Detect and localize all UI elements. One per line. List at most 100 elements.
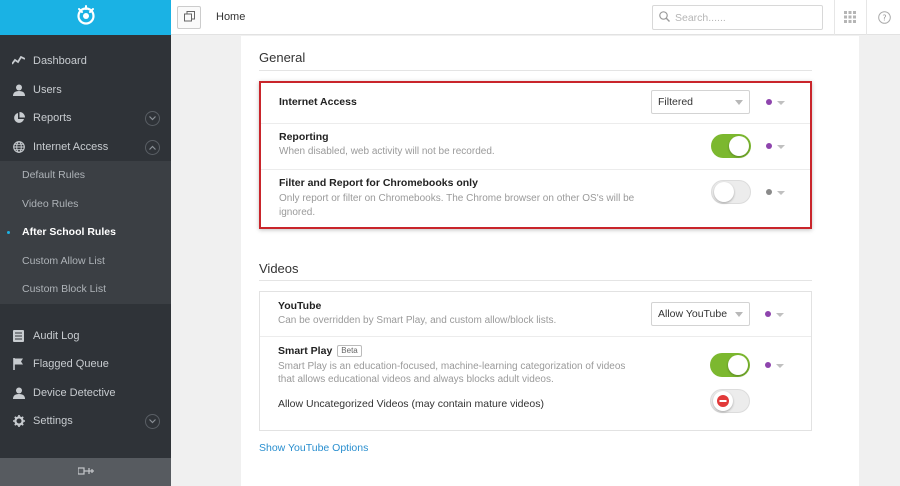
youtube-select-value: Allow YouTube	[658, 308, 728, 320]
apps-grid-icon[interactable]	[843, 10, 857, 24]
top-bar: Home ?	[171, 0, 900, 35]
sidebar-item-label: Dashboard	[33, 55, 87, 68]
sidebar-subitem-label: Custom Allow List	[22, 254, 105, 267]
chromebooks-toggle[interactable]	[711, 180, 751, 204]
sidebar-nav: Dashboard Users Reports Internet Access	[0, 35, 171, 436]
sidebar-subitem-label: Custom Block List	[22, 283, 107, 296]
youtube-select[interactable]: Allow YouTube	[651, 302, 750, 326]
row-options-dropdown-icon[interactable]	[776, 313, 784, 317]
sidebar-subitem-video-rules[interactable]: Video Rules	[0, 190, 171, 219]
sidebar-toggle-button[interactable]	[177, 6, 201, 29]
sidebar-item-label: Flagged Queue	[33, 358, 109, 371]
uncategorized-videos-label: Allow Uncategorized Videos (may contain …	[278, 398, 544, 410]
smart-play-description-line2: that allows educational videos and alway…	[278, 374, 554, 385]
chromebooks-label: Filter and Report for Chromebooks only	[279, 177, 478, 189]
list-icon	[12, 329, 25, 342]
sidebar-subitem-label: Default Rules	[22, 169, 86, 182]
video-settings-card: YouTube Can be overridden by Smart Play,…	[259, 291, 812, 431]
svg-text:?: ?	[882, 13, 886, 22]
smart-play-toggle[interactable]	[710, 353, 750, 377]
reporting-label: Reporting	[279, 131, 329, 143]
uncategorized-videos-toggle[interactable]	[710, 389, 750, 413]
gear-icon	[12, 415, 25, 428]
sidebar-item-audit-log[interactable]: Audit Log	[0, 322, 171, 351]
beta-badge: Beta	[337, 345, 362, 357]
row-options-dropdown-icon[interactable]	[777, 145, 785, 149]
divider	[866, 0, 867, 35]
smart-play-title: Smart Play	[278, 345, 333, 357]
sidebar-item-flagged-queue[interactable]: Flagged Queue	[0, 350, 171, 379]
search-icon	[659, 10, 670, 25]
search-box[interactable]	[652, 5, 823, 30]
row-options-dropdown-icon[interactable]	[777, 191, 785, 195]
chevron-down-icon	[735, 100, 743, 105]
flag-icon	[12, 358, 25, 371]
toggle-knob	[728, 355, 748, 375]
internet-access-subnav: Default Rules Video Rules After School R…	[0, 161, 171, 304]
sidebar-subitem-default-rules[interactable]: Default Rules	[0, 161, 171, 190]
chevron-down-icon[interactable]	[145, 111, 160, 126]
sidebar-subitem-custom-block-list[interactable]: Custom Block List	[0, 275, 171, 304]
internet-access-row: Internet Access Filtered	[261, 83, 810, 124]
blocked-icon	[717, 395, 729, 407]
sidebar-item-device-detective[interactable]: Device Detective	[0, 379, 171, 408]
show-youtube-options-link[interactable]: Show YouTube Options	[259, 442, 368, 454]
webfilter-logo-icon[interactable]	[75, 5, 97, 30]
row-options-dropdown-icon[interactable]	[777, 101, 785, 105]
sidebar-item-settings[interactable]: Settings	[0, 407, 171, 436]
divider	[834, 0, 835, 35]
window-restore-icon	[183, 10, 195, 25]
youtube-description: Can be overridden by Smart Play, and cus…	[278, 315, 557, 326]
sidebar-item-reports[interactable]: Reports	[0, 104, 171, 133]
breadcrumb[interactable]: Home	[216, 11, 245, 23]
sidebar-item-internet-access[interactable]: Internet Access	[0, 133, 171, 162]
help-icon[interactable]: ?	[877, 10, 891, 24]
sidebar-item-label: Users	[33, 83, 62, 96]
internet-access-label: Internet Access	[279, 96, 357, 108]
sidebar-subitem-label: Video Rules	[22, 197, 79, 210]
smart-play-label: Smart Play Beta	[278, 345, 362, 357]
chromebooks-description-line1: Only report or filter on Chromebooks. Th…	[279, 193, 635, 204]
logo-bar	[0, 0, 171, 35]
status-dot	[766, 189, 772, 195]
chevron-up-icon[interactable]	[145, 139, 160, 155]
collapse-icon[interactable]	[76, 466, 94, 478]
sidebar-item-label: Device Detective	[33, 386, 116, 399]
globe-icon	[12, 140, 25, 153]
sidebar-subitem-label: After School Rules	[22, 226, 116, 239]
section-title-videos: Videos	[259, 261, 299, 276]
internet-access-select[interactable]: Filtered	[651, 90, 750, 114]
general-settings-card: Internet Access Filtered Reporting When …	[259, 81, 812, 229]
chevron-down-icon	[735, 312, 743, 317]
dashboard-icon	[12, 55, 25, 68]
smart-play-description-line1: Smart Play is an education-focused, mach…	[278, 361, 626, 372]
sidebar-subitem-custom-allow-list[interactable]: Custom Allow List	[0, 247, 171, 276]
toggle-knob	[729, 136, 749, 156]
reporting-toggle[interactable]	[711, 134, 751, 158]
toggle-knob	[714, 182, 734, 202]
main-content: General Internet Access Filtered Reporti…	[241, 36, 859, 486]
sidebar-item-dashboard[interactable]: Dashboard	[0, 47, 171, 76]
user-icon	[12, 386, 25, 399]
chevron-down-icon[interactable]	[145, 414, 160, 429]
user-icon	[12, 83, 25, 96]
status-dot	[766, 99, 772, 105]
sidebar-item-label: Reports	[33, 112, 72, 125]
section-divider	[259, 70, 812, 71]
sidebar-nav-secondary: Audit Log Flagged Queue Device Detective…	[0, 322, 171, 436]
status-dot	[765, 311, 771, 317]
smart-play-row: Smart Play Beta Smart Play is an educatio…	[260, 337, 811, 431]
sidebar-subitem-after-school-rules[interactable]: After School Rules	[0, 218, 171, 247]
reporting-description: When disabled, web activity will not be …	[279, 146, 495, 157]
search-input[interactable]	[675, 11, 805, 24]
chromebooks-row: Filter and Report for Chromebooks only O…	[261, 170, 810, 227]
sidebar-item-users[interactable]: Users	[0, 76, 171, 105]
toggle-knob	[713, 391, 733, 411]
section-title-general: General	[259, 50, 306, 65]
status-dot	[766, 143, 772, 149]
sidebar: Dashboard Users Reports Internet Access	[0, 0, 171, 486]
youtube-row: YouTube Can be overridden by Smart Play,…	[260, 292, 811, 337]
row-options-dropdown-icon[interactable]	[776, 364, 784, 368]
sidebar-footer	[0, 458, 171, 486]
sidebar-item-label: Audit Log	[33, 329, 80, 342]
